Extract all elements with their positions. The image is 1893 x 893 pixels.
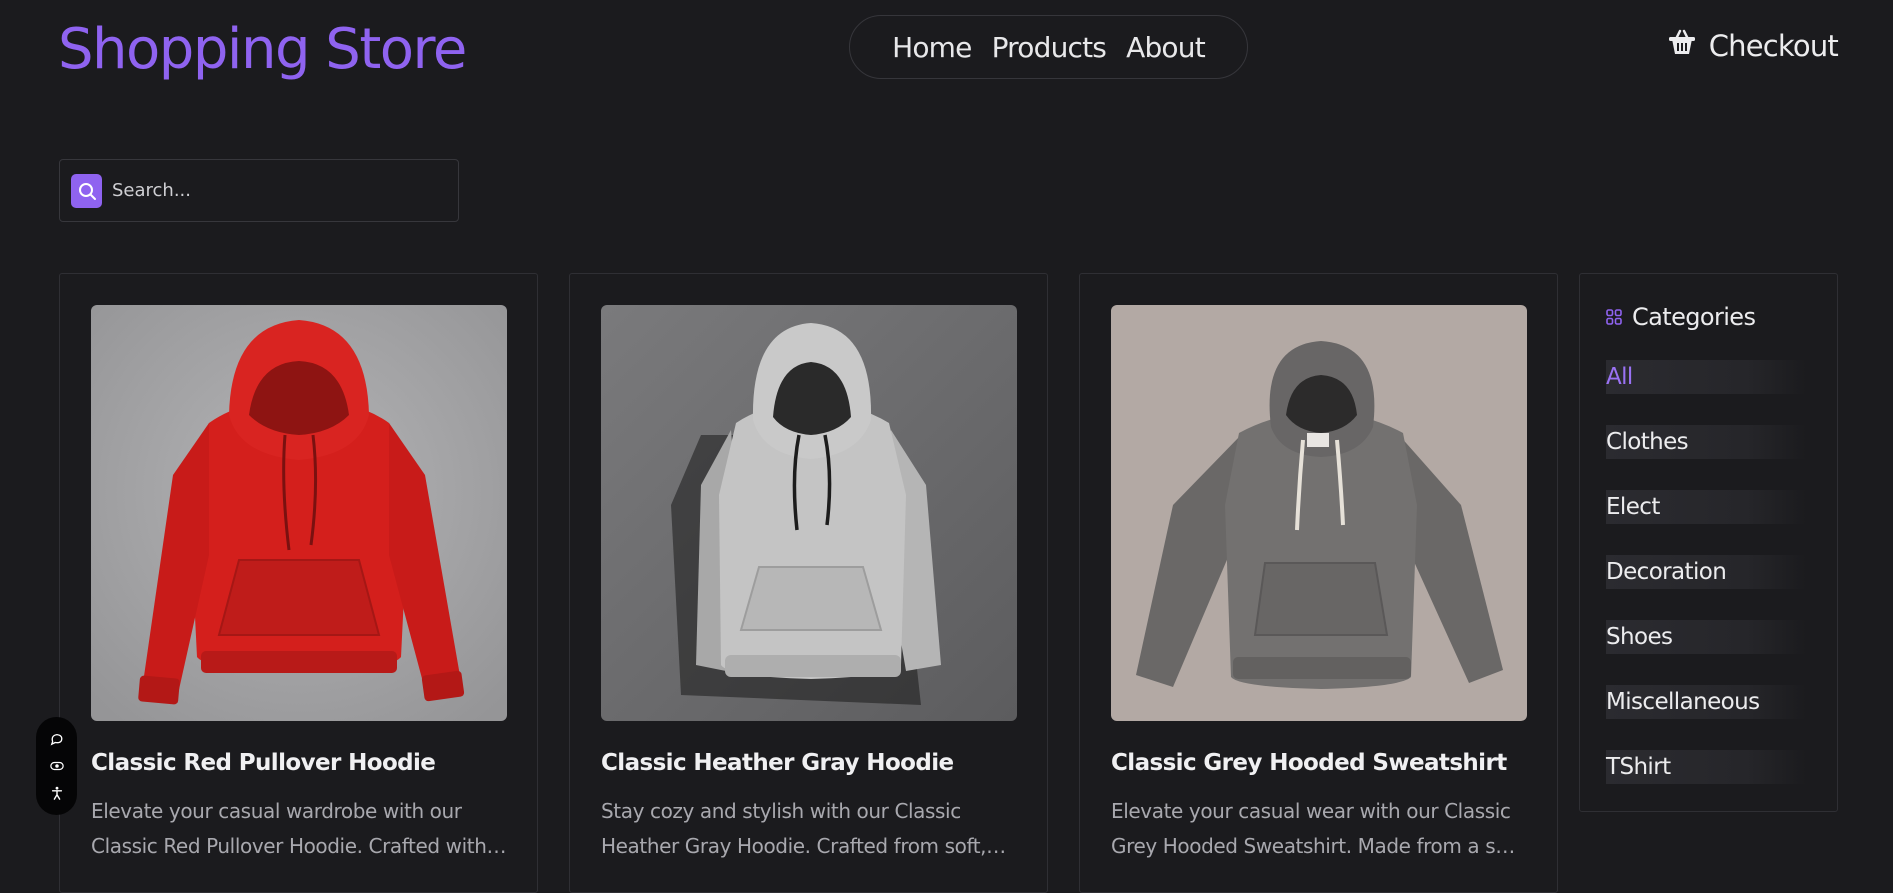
- main-nav: Home Products About: [849, 15, 1248, 79]
- product-title[interactable]: Classic Heather Gray Hoodie: [601, 750, 954, 776]
- category-clothes[interactable]: Clothes: [1606, 425, 1806, 459]
- basket-icon: [1667, 27, 1697, 64]
- product-description: Stay cozy and stylish with our Classic H…: [601, 799, 987, 858]
- header: Shopping Store Home Products About Check…: [0, 0, 1893, 100]
- product-card[interactable]: Classic Red Pullover Hoodie Elevate your…: [59, 273, 538, 893]
- product-title[interactable]: Classic Red Pullover Hoodie: [91, 750, 436, 776]
- nav-products[interactable]: Products: [992, 31, 1107, 64]
- search-bar: [59, 159, 459, 222]
- category-decoration[interactable]: Decoration: [1606, 555, 1806, 589]
- accessibility-icon[interactable]: [49, 785, 65, 801]
- grid-icon: [1606, 303, 1622, 331]
- product-image[interactable]: [601, 305, 1017, 721]
- product-image[interactable]: [1111, 305, 1527, 721]
- eye-icon[interactable]: [49, 758, 65, 774]
- product-card[interactable]: Classic Grey Hooded Sweatshirt Elevate y…: [1079, 273, 1558, 893]
- category-shoes[interactable]: Shoes: [1606, 620, 1806, 654]
- search-input[interactable]: [112, 180, 432, 201]
- categories-header: Categories: [1606, 303, 1756, 331]
- nav-home[interactable]: Home: [892, 31, 972, 64]
- product-title[interactable]: Classic Grey Hooded Sweatshirt: [1111, 750, 1507, 776]
- product-description: Elevate your casual wardrobe with our Cl…: [91, 799, 505, 858]
- nav-about[interactable]: About: [1126, 31, 1206, 64]
- product-image[interactable]: [91, 305, 507, 721]
- category-all[interactable]: All: [1606, 360, 1806, 394]
- brand-title[interactable]: Shopping Store: [58, 14, 467, 86]
- category-elect[interactable]: Elect: [1606, 490, 1806, 524]
- category-tshirt[interactable]: TShirt: [1606, 750, 1806, 784]
- categories-title: Categories: [1632, 303, 1756, 331]
- accessibility-toolbar: [36, 717, 77, 815]
- checkout-label: Checkout: [1708, 28, 1839, 63]
- product-description: Elevate your casual wear with our Classi…: [1111, 799, 1521, 858]
- search-icon[interactable]: [71, 173, 102, 208]
- checkout-button[interactable]: Checkout: [1667, 27, 1839, 64]
- category-miscellaneous[interactable]: Miscellaneous: [1606, 685, 1806, 719]
- product-card[interactable]: Classic Heather Gray Hoodie Stay cozy an…: [569, 273, 1048, 893]
- chat-icon[interactable]: [49, 731, 65, 747]
- categories-panel: Categories All Clothes Elect Decoration …: [1579, 273, 1838, 812]
